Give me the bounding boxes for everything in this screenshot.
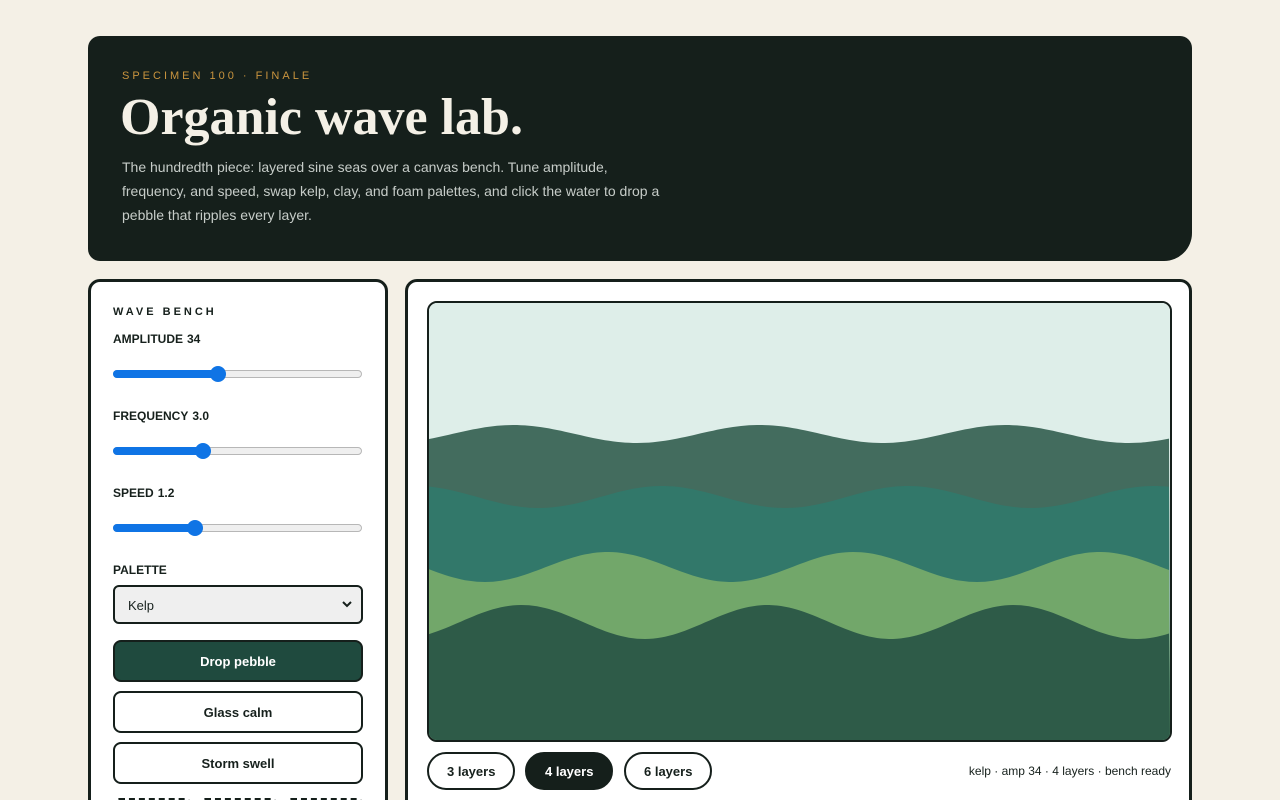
palette-selected-value: Kelp (128, 598, 155, 613)
storm-swell-button[interactable]: Storm swell (113, 742, 363, 784)
chevron-down-icon (342, 601, 352, 608)
slider-fill (113, 447, 203, 455)
amplitude-value: 34 (187, 332, 201, 346)
wave-layers (429, 303, 1170, 740)
layer-option-4[interactable]: 4 layers (525, 752, 614, 790)
page-title: Organic wave lab. (120, 89, 523, 146)
speed-label: SPEED 1.2 (113, 486, 174, 500)
wave-layer-4 (429, 605, 1170, 740)
frequency-label-text: FREQUENCY (113, 409, 189, 423)
hero-description: The hundredth piece: layered sine seas o… (122, 159, 660, 223)
speed-slider[interactable] (113, 520, 362, 536)
amplitude-label-text: AMPLITUDE (113, 332, 183, 346)
wave-bench-panel: WAVE BENCH AMPLITUDE 34 FREQUENCY 3.0 SPEE… (88, 279, 388, 800)
layer-option-3[interactable]: 3 layers (427, 752, 516, 790)
frequency-label: FREQUENCY 3.0 (113, 409, 209, 423)
frequency-value: 3.0 (192, 409, 210, 423)
slider-fill (113, 370, 218, 378)
speed-value: 1.2 (157, 486, 175, 500)
amplitude-slider[interactable] (113, 366, 362, 382)
slider-thumb[interactable] (209, 366, 226, 382)
wave-canvas[interactable] (427, 301, 1172, 742)
status-readout: kelp · amp 34 · 4 layers · bench ready (968, 764, 1171, 778)
wave-stage: 3 layers 4 layers 6 layers kelp · amp 34… (405, 279, 1192, 800)
palette-select[interactable]: Kelp (113, 585, 363, 624)
slider-thumb[interactable] (187, 520, 204, 536)
slider-fill (113, 524, 196, 532)
glass-calm-button[interactable]: Glass calm (113, 691, 363, 733)
layer-option-6[interactable]: 6 layers (624, 752, 713, 790)
bench-title: WAVE BENCH (113, 306, 217, 318)
hero-banner: SPECIMEN 100 · FINALE Organic wave lab. … (88, 36, 1192, 261)
palette-label: PALETTE (113, 563, 167, 577)
slider-thumb[interactable] (194, 443, 211, 459)
amplitude-label: AMPLITUDE 34 (113, 332, 200, 346)
specimen-kicker: SPECIMEN 100 · FINALE (122, 70, 313, 82)
drop-pebble-button[interactable]: Drop pebble (113, 640, 363, 682)
frequency-slider[interactable] (113, 443, 362, 459)
speed-label-text: SPEED (113, 486, 154, 500)
